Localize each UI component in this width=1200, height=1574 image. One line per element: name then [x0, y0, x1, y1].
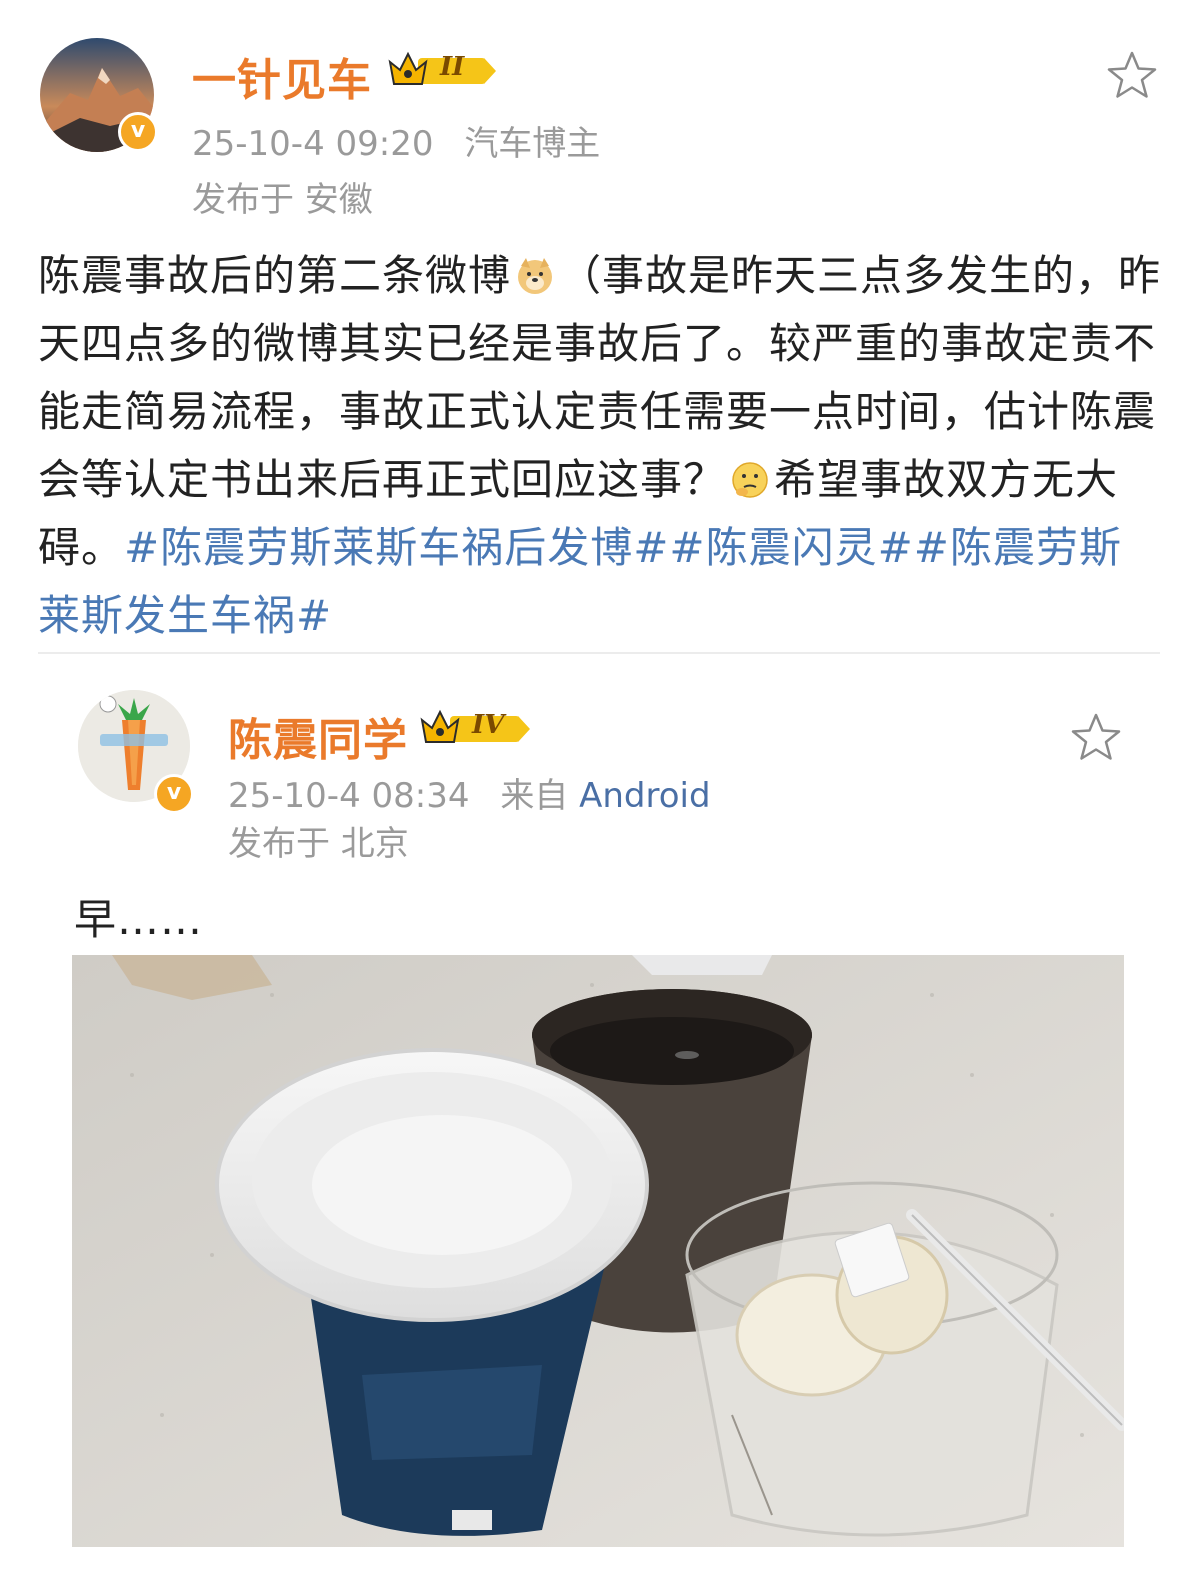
- hashtag-link[interactable]: #陈震劳斯莱斯车祸后发博#: [124, 523, 669, 572]
- rank-badge[interactable]: II: [388, 50, 498, 90]
- breakfast-photo-image: [72, 955, 1124, 1547]
- hashtag-link[interactable]: #陈震闪灵#: [669, 523, 913, 572]
- post-text-1: 陈震事故后的第二条微博: [38, 251, 512, 300]
- repost-rank-label: IV: [472, 710, 505, 740]
- doge-emoji-icon: [518, 258, 553, 294]
- repost-location: 发布于 北京: [228, 824, 409, 864]
- thinking-emoji-icon: [732, 462, 768, 498]
- repost-time: 25-10-4 08:34: [228, 776, 470, 816]
- repost-verified-badge: v: [154, 774, 194, 814]
- post-time: 25-10-4 09:20: [192, 124, 434, 164]
- repost-body: 早……: [74, 895, 204, 944]
- repost-rank-badge[interactable]: IV: [420, 708, 532, 748]
- favorite-star-icon[interactable]: [1106, 50, 1158, 104]
- divider: [38, 652, 1160, 654]
- username[interactable]: 一针见车: [192, 44, 372, 108]
- repost-meta: 25-10-4 08:34 来自 Android: [228, 768, 711, 817]
- repost-favorite-star-icon[interactable]: [1070, 712, 1122, 766]
- repost-username[interactable]: 陈震同学: [228, 704, 408, 768]
- verified-badge: v: [118, 112, 158, 152]
- repost-source-prefix: 来自: [500, 776, 569, 816]
- author-role: 汽车博主: [464, 124, 601, 164]
- rank-label: II: [440, 52, 465, 82]
- post-body: 陈震事故后的第二条微博 （事故是昨天三点多发生的，昨天四点多的微博其实已经是事故后…: [38, 242, 1162, 650]
- breakfast-photo[interactable]: [72, 955, 1124, 1547]
- repost-source-link[interactable]: Android: [579, 776, 710, 816]
- post-meta: 25-10-4 09:20 汽车博主: [192, 116, 600, 165]
- post-location: 发布于 安徽: [192, 180, 373, 220]
